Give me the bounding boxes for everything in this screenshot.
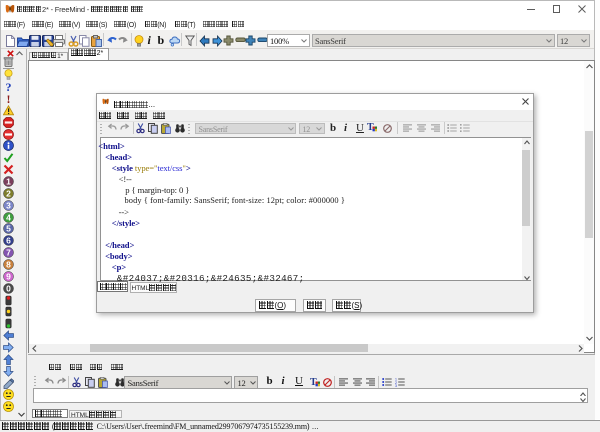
svg-text:4: 4 [6, 212, 11, 222]
svg-text:2: 2 [6, 188, 11, 198]
svg-text:!: ! [7, 93, 11, 104]
svg-text:5: 5 [6, 224, 11, 234]
svg-text:9: 9 [6, 271, 11, 281]
svg-text:6: 6 [6, 236, 11, 246]
svg-text:7: 7 [6, 248, 11, 258]
svg-text:0: 0 [6, 283, 11, 293]
svg-text:1: 1 [6, 177, 11, 187]
svg-text:3: 3 [6, 200, 11, 210]
svg-text:8: 8 [6, 260, 11, 270]
svg-text:?: ? [6, 81, 12, 92]
